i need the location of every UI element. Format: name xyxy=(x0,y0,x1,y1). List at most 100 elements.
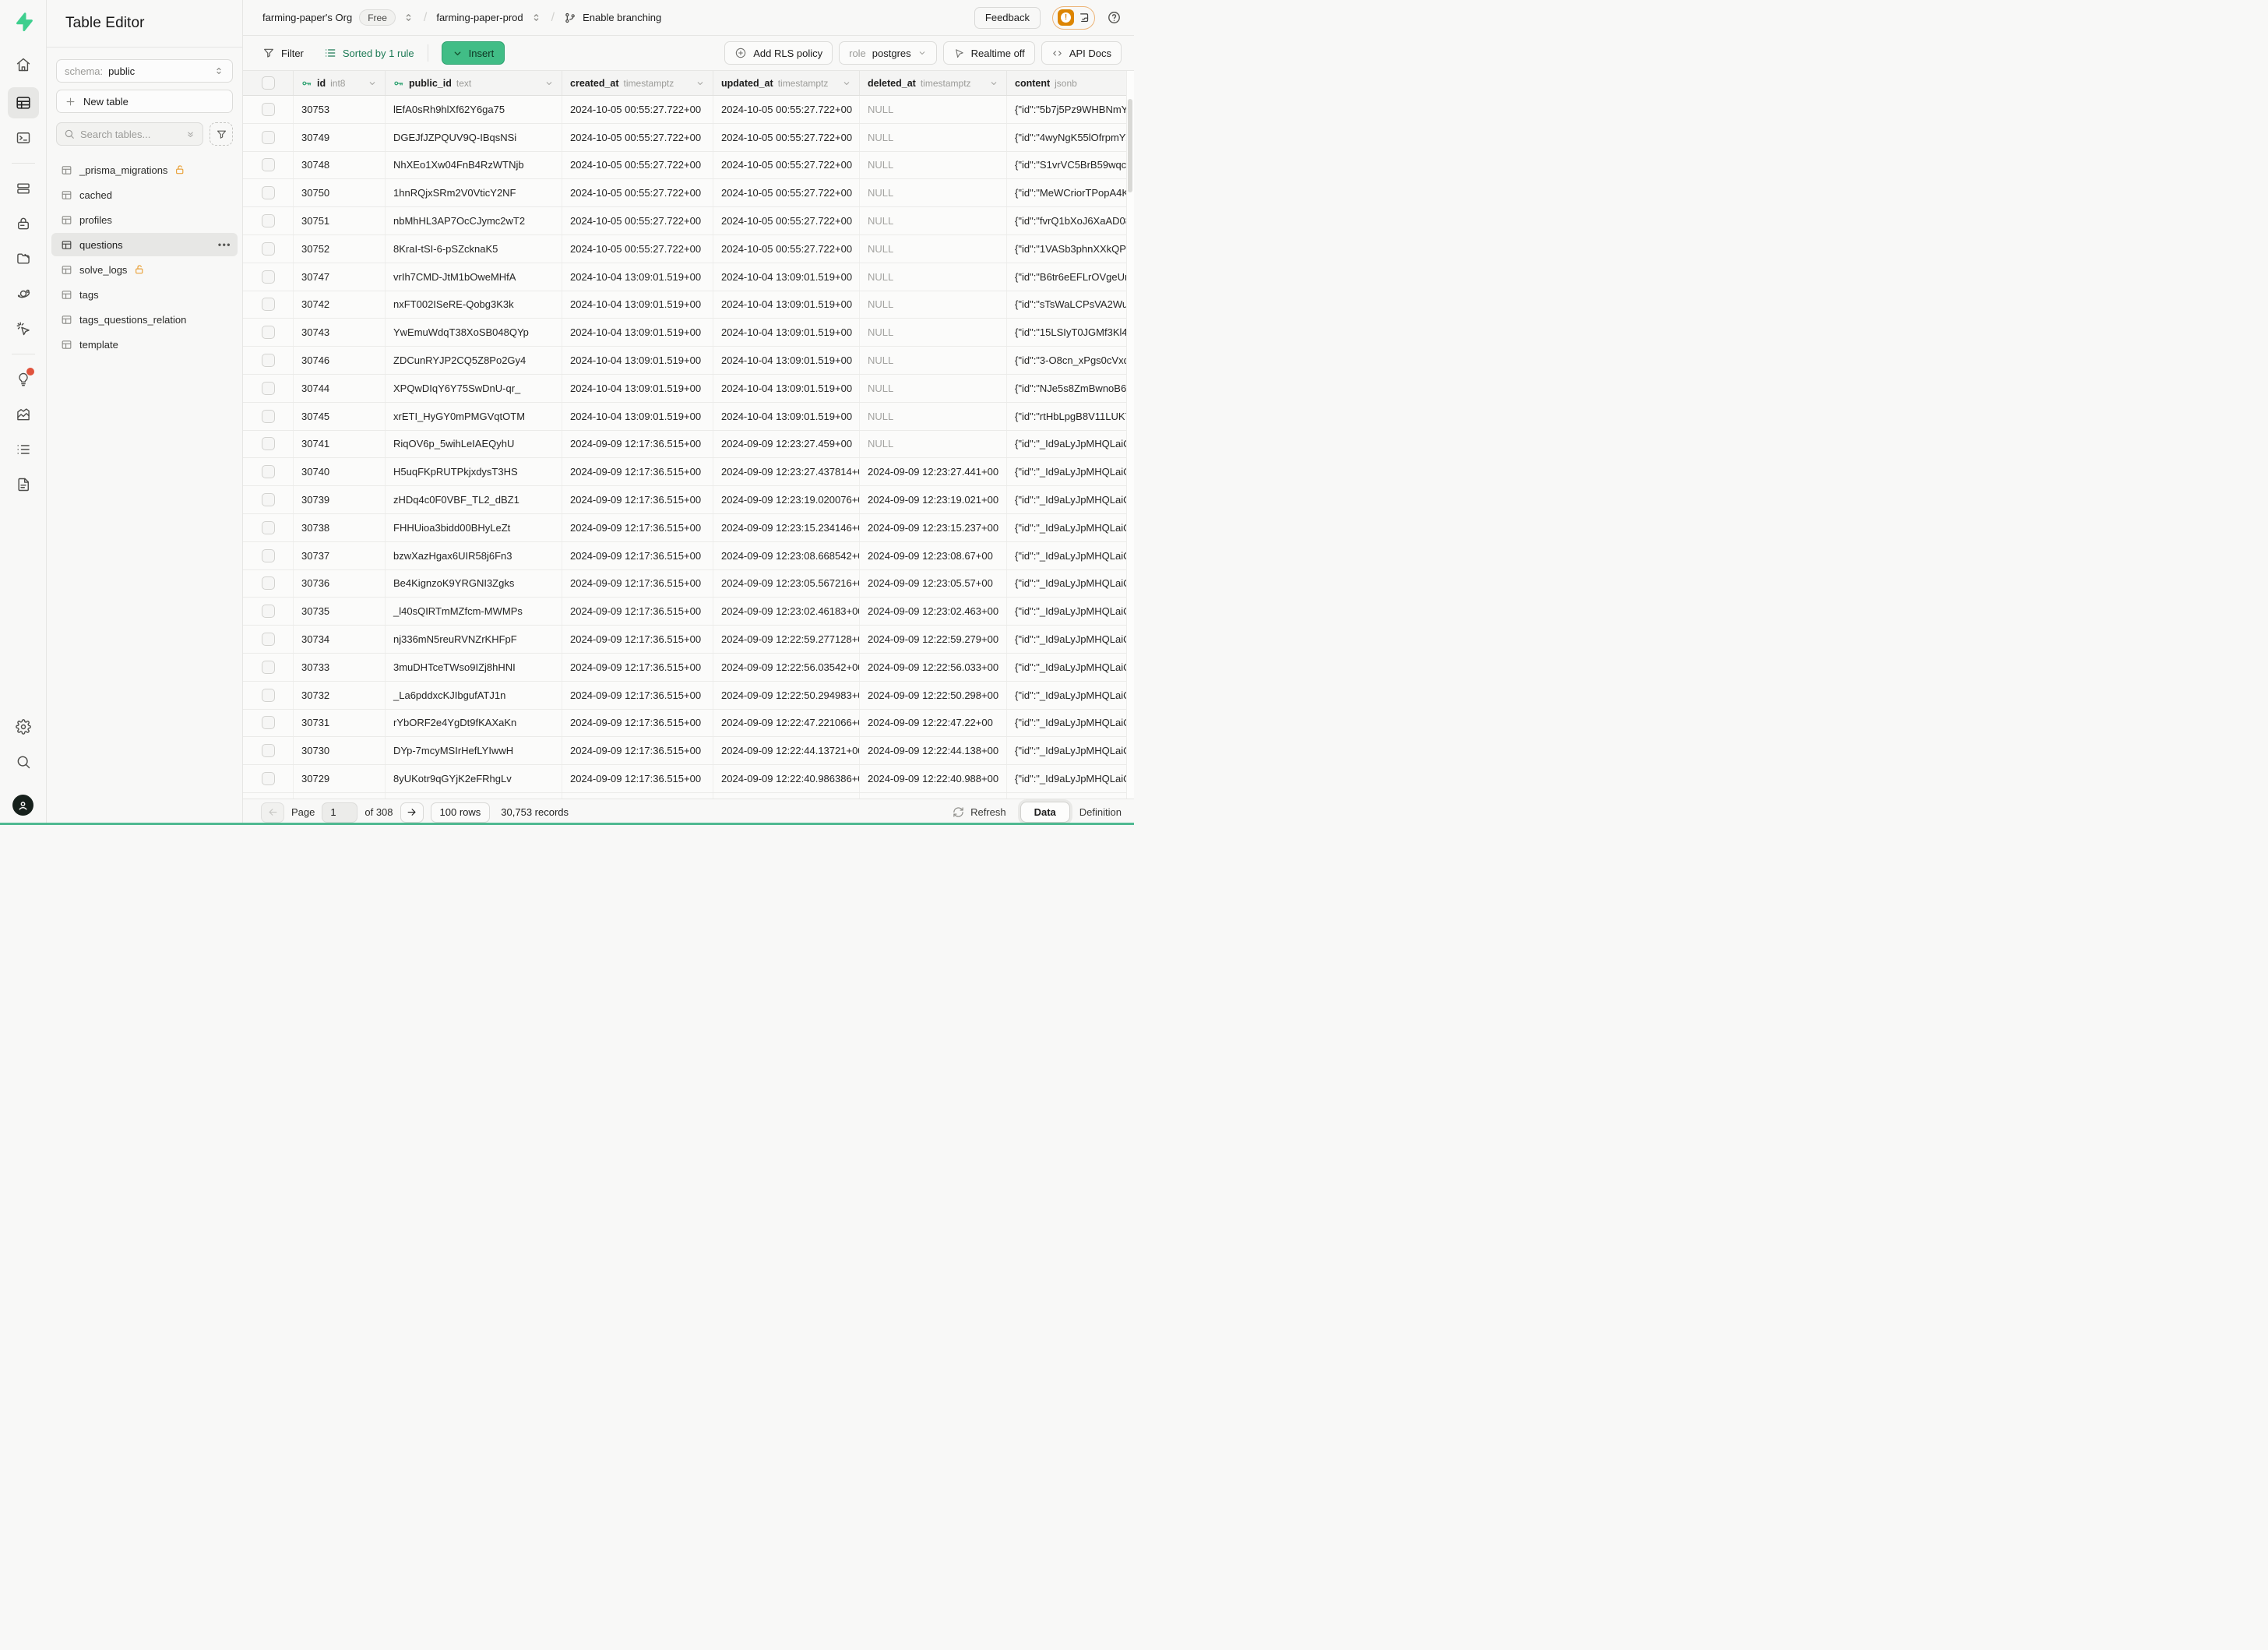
cell-public-id[interactable]: FHHUioa3bidd00BHyLeZt xyxy=(386,514,562,541)
cell-deleted-at[interactable]: NULL xyxy=(860,431,1007,458)
cell-content[interactable]: {"id":"_Id9aLyJpMHQLaiQC xyxy=(1007,486,1134,513)
api-docs-icon[interactable] xyxy=(11,472,36,497)
cell-id[interactable]: 30751 xyxy=(294,207,386,234)
home-icon[interactable] xyxy=(11,52,36,77)
cell-created-at[interactable]: 2024-09-09 12:17:36.515+00 xyxy=(562,710,713,737)
cell-created-at[interactable]: 2024-09-09 12:17:36.515+00 xyxy=(562,570,713,598)
realtime-icon[interactable] xyxy=(11,316,36,341)
cell-public-id[interactable]: nj336mN5reuRVNZrKHFpF xyxy=(386,626,562,653)
cell-public-id[interactable]: RiqOV6p_5wihLeIAEQyhU xyxy=(386,431,562,458)
cell-id[interactable]: 30734 xyxy=(294,626,386,653)
cell-created-at[interactable]: 2024-09-09 12:17:36.515+00 xyxy=(562,598,713,625)
cell-updated-at[interactable]: 2024-09-09 12:22:40.986386+00 xyxy=(713,765,860,792)
cell-created-at[interactable]: 2024-10-04 13:09:01.519+00 xyxy=(562,347,713,374)
cell-content[interactable]: {"id":"_Id9aLyJpMHQLaiQC xyxy=(1007,570,1134,598)
cell-content[interactable]: {"id":"_Id9aLyJpMHQLaiQC xyxy=(1007,710,1134,737)
cell-public-id[interactable]: lEfA0sRh9hlXf62Y6ga75 xyxy=(386,96,562,123)
row-checkbox[interactable] xyxy=(243,710,294,737)
cell-public-id[interactable]: xrETI_HyGY0mPMGVqtOTM xyxy=(386,403,562,430)
cell-id[interactable]: 30744 xyxy=(294,375,386,402)
row-checkbox[interactable] xyxy=(243,403,294,430)
tab-definition[interactable]: Definition xyxy=(1079,806,1122,818)
cell-updated-at[interactable]: 2024-09-09 12:23:27.437814+00 xyxy=(713,458,860,485)
refresh-button[interactable]: Refresh xyxy=(953,806,1006,818)
sidebar-table-item[interactable]: questions ••• xyxy=(51,233,238,256)
cell-content[interactable]: {"id":"_Id9aLyJpMHQLaiQC xyxy=(1007,682,1134,709)
select-all-checkbox[interactable] xyxy=(243,71,294,95)
cell-id[interactable]: 30738 xyxy=(294,514,386,541)
auth-icon[interactable] xyxy=(11,211,36,236)
cell-id[interactable]: 30753 xyxy=(294,96,386,123)
cell-deleted-at[interactable]: 2024-09-09 12:23:19.021+00 xyxy=(860,486,1007,513)
cell-public-id[interactable]: NhXEo1Xw04FnB4RzWTNjb xyxy=(386,152,562,179)
cell-id[interactable]: 30740 xyxy=(294,458,386,485)
next-page-button[interactable] xyxy=(400,802,424,823)
row-checkbox[interactable] xyxy=(243,179,294,206)
realtime-toggle-button[interactable]: Realtime off xyxy=(943,41,1035,65)
cell-id[interactable]: 30747 xyxy=(294,263,386,291)
feedback-button[interactable]: Feedback xyxy=(974,7,1041,29)
cell-created-at[interactable]: 2024-09-09 12:17:36.515+00 xyxy=(562,486,713,513)
cell-content[interactable]: {"id":"_Id9aLyJpMHQLaiQC xyxy=(1007,737,1134,764)
sidebar-table-item[interactable]: tags_questions_relation xyxy=(51,308,238,331)
cell-created-at[interactable]: 2024-10-05 00:55:27.722+00 xyxy=(562,96,713,123)
row-checkbox[interactable] xyxy=(243,347,294,374)
cell-public-id[interactable]: nbMhHL3AP7OcCJymc2wT2 xyxy=(386,207,562,234)
cell-id[interactable]: 30749 xyxy=(294,124,386,151)
org-name[interactable]: farming-paper's Org xyxy=(262,12,352,23)
settings-icon[interactable] xyxy=(11,714,36,739)
notifications-button[interactable]: ! xyxy=(1052,6,1095,30)
tab-data[interactable]: Data xyxy=(1020,802,1070,823)
page-number-input[interactable]: 1 xyxy=(322,802,357,823)
row-checkbox[interactable] xyxy=(243,654,294,681)
cell-public-id[interactable]: nxFT002ISeRE-Qobg3K3k xyxy=(386,291,562,319)
cell-id[interactable]: 30739 xyxy=(294,486,386,513)
cell-content[interactable]: {"id":"NJe5s8ZmBwnoB6e3s xyxy=(1007,375,1134,402)
cell-updated-at[interactable]: 2024-09-09 12:23:19.020076+00 xyxy=(713,486,860,513)
cell-content[interactable]: {"id":"5b7j5Pz9WHBNmY_A xyxy=(1007,96,1134,123)
cell-created-at[interactable]: 2024-10-04 13:09:01.519+00 xyxy=(562,375,713,402)
cell-id[interactable]: 30752 xyxy=(294,235,386,263)
cell-deleted-at[interactable]: NULL xyxy=(860,96,1007,123)
cell-id[interactable]: 30746 xyxy=(294,347,386,374)
cell-updated-at[interactable]: 2024-10-04 13:09:01.519+00 xyxy=(713,291,860,319)
cell-updated-at[interactable]: 2024-09-09 12:23:02.46183+00 xyxy=(713,598,860,625)
cell-id[interactable]: 30733 xyxy=(294,654,386,681)
cell-content[interactable]: {"id":"_Id9aLyJpMHQLaiQC xyxy=(1007,598,1134,625)
cell-updated-at[interactable]: 2024-10-04 13:09:01.519+00 xyxy=(713,375,860,402)
rows-per-page-button[interactable]: 100 rows xyxy=(431,802,491,823)
cell-created-at[interactable]: 2024-09-09 12:17:36.515+00 xyxy=(562,458,713,485)
cell-updated-at[interactable]: 2024-10-05 00:55:27.722+00 xyxy=(713,207,860,234)
row-checkbox[interactable] xyxy=(243,765,294,792)
cell-public-id[interactable]: rYbORF2e4YgDt9fKAXaKn xyxy=(386,710,562,737)
search-tables-input[interactable]: Search tables... xyxy=(56,122,203,146)
help-icon[interactable] xyxy=(1107,10,1122,25)
cell-deleted-at[interactable]: NULL xyxy=(860,124,1007,151)
cell-created-at[interactable]: 2024-09-09 12:17:36.515+00 xyxy=(562,626,713,653)
column-header-public-id[interactable]: public_idtext xyxy=(386,71,562,95)
cell-deleted-at[interactable]: 2024-09-09 12:22:56.033+00 xyxy=(860,654,1007,681)
cell-deleted-at[interactable]: 2024-09-09 12:23:15.237+00 xyxy=(860,514,1007,541)
cell-deleted-at[interactable]: 2024-09-09 12:23:02.463+00 xyxy=(860,598,1007,625)
scrollbar-thumb[interactable] xyxy=(1128,99,1132,192)
advisors-icon[interactable] xyxy=(11,367,36,392)
row-checkbox[interactable] xyxy=(243,152,294,179)
search-icon[interactable] xyxy=(11,749,36,774)
cell-content[interactable]: {"id":"fvrQ1bXoJ6XaAD08G xyxy=(1007,207,1134,234)
cell-content[interactable]: {"id":"_Id9aLyJpMHQLaiQC xyxy=(1007,542,1134,569)
row-checkbox[interactable] xyxy=(243,207,294,234)
org-switcher-icon[interactable] xyxy=(403,12,414,23)
cell-created-at[interactable]: 2024-09-09 12:17:36.515+00 xyxy=(562,682,713,709)
cell-public-id[interactable]: 1hnRQjxSRm2V0VticY2NF xyxy=(386,179,562,206)
cell-created-at[interactable]: 2024-09-09 12:17:36.515+00 xyxy=(562,542,713,569)
row-checkbox[interactable] xyxy=(243,96,294,123)
cell-deleted-at[interactable]: NULL xyxy=(860,291,1007,319)
cell-content[interactable]: {"id":"1VASb3phnXXkQPCpv xyxy=(1007,235,1134,263)
cell-deleted-at[interactable]: NULL xyxy=(860,207,1007,234)
cell-id[interactable]: 30742 xyxy=(294,291,386,319)
cell-deleted-at[interactable]: 2024-09-09 12:22:37.958+00 xyxy=(860,793,1007,799)
cell-updated-at[interactable]: 2024-10-05 00:55:27.722+00 xyxy=(713,124,860,151)
logs-icon[interactable] xyxy=(11,437,36,462)
row-checkbox[interactable] xyxy=(243,542,294,569)
cell-updated-at[interactable]: 2024-09-09 12:22:44.13721+00 xyxy=(713,737,860,764)
